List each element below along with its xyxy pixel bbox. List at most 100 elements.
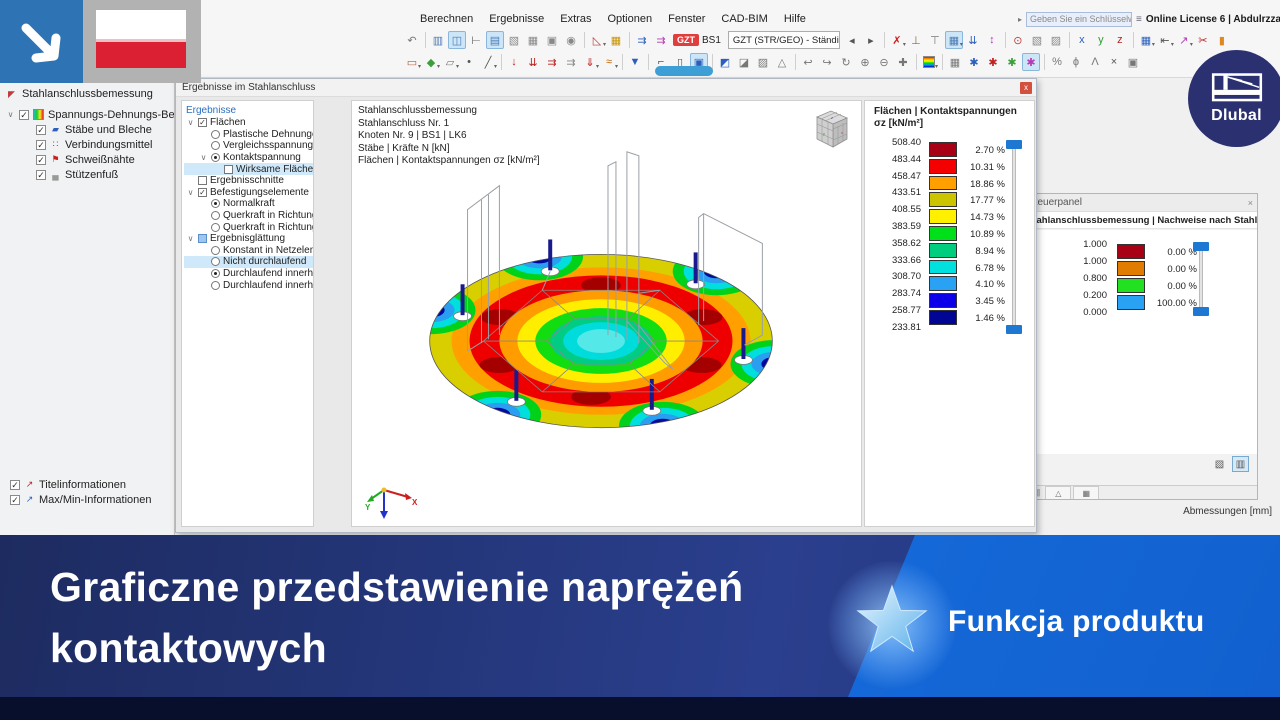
- graphics-view[interactable]: Stahlanschlussbemessung Stahlanschluss Nr…: [351, 100, 862, 527]
- radio-button[interactable]: [211, 257, 220, 267]
- radio-button[interactable]: [211, 211, 220, 221]
- member-tool-icon[interactable]: ╱: [479, 53, 497, 71]
- dim-x-icon[interactable]: x: [1073, 31, 1091, 49]
- undo-icon[interactable]: ↶: [403, 31, 421, 49]
- menu-hilfe[interactable]: Hilfe: [776, 13, 814, 28]
- results-option-querkraft-in-richtung-z[interactable]: Querkraft in Richtung z: [184, 221, 313, 233]
- pan-icon[interactable]: ✚: [894, 53, 912, 71]
- chevron-down-icon[interactable]: ∨: [186, 234, 195, 243]
- split-view-icon[interactable]: ◫: [448, 31, 466, 49]
- next-view-icon[interactable]: ↪: [818, 53, 836, 71]
- results-option-querkraft-in-richtung-y[interactable]: Querkraft in Richtung y: [184, 210, 313, 222]
- percent-icon[interactable]: %: [1048, 53, 1066, 71]
- navigator-item[interactable]: ∨ ✓ Spannungs-Dehnungs-Berechnung: [6, 107, 174, 122]
- menu-fenster[interactable]: Fenster: [660, 13, 713, 28]
- box-select-icon[interactable]: ▣: [1124, 53, 1142, 71]
- case-next-icon[interactable]: ▸: [862, 31, 880, 49]
- fe-mesh-icon[interactable]: ▦: [946, 53, 964, 71]
- panel-scale-button[interactable]: ▥: [1232, 456, 1249, 472]
- checkbox[interactable]: ✓: [10, 494, 20, 505]
- hinge-icon[interactable]: ⊤: [926, 31, 944, 49]
- panel-toggle-icon[interactable]: ▤: [486, 31, 504, 49]
- navigator-footer-item[interactable]: ✓ ↗ Titelinformationen: [10, 477, 152, 492]
- fe-nodes-icon[interactable]: ✱: [965, 53, 983, 71]
- radio-button[interactable]: [211, 222, 220, 232]
- menu-extras[interactable]: Extras: [552, 13, 599, 28]
- menu-cadbim[interactable]: CAD-BIM: [713, 13, 775, 28]
- solid-view-icon[interactable]: ▧: [1028, 31, 1046, 49]
- checkbox[interactable]: ✓: [10, 479, 20, 490]
- surface-tool-icon[interactable]: ◆: [422, 53, 440, 71]
- results-option-durchlaufend-innerhalb-von-fl-ch[interactable]: Durchlaufend innerhalb von Fläch...: [184, 268, 313, 280]
- navigator-item[interactable]: ✓ ▰ Stäbe und Bleche: [6, 122, 174, 137]
- results-option-plastische-dehnungen[interactable]: Plastische Dehnungen: [184, 129, 313, 141]
- radio-button[interactable]: [211, 269, 220, 279]
- table-window-icon[interactable]: ▥: [429, 31, 447, 49]
- radio-button[interactable]: [211, 199, 220, 209]
- navigator-footer-item[interactable]: ✓ ↗ Max/Min-Informationen: [10, 492, 152, 507]
- chevron-down-icon[interactable]: ∨: [186, 118, 195, 127]
- results-option-vergleichsspannung[interactable]: Vergleichsspannung: [184, 140, 313, 152]
- zoom-out-icon[interactable]: ⊖: [875, 53, 893, 71]
- keyword-list-icon[interactable]: ≡: [1136, 14, 1142, 25]
- checkbox[interactable]: [198, 176, 207, 186]
- result-diagram-icon[interactable]: ✱: [1003, 53, 1021, 71]
- legend-slider-handle-top[interactable]: [1006, 140, 1022, 149]
- navigator-item[interactable]: ✓ ∷ Verbindungsmittel: [6, 137, 174, 152]
- opening-tool-icon[interactable]: ▱: [441, 53, 459, 71]
- loadcase-dropdown[interactable]: GZT (STR/GEO) - Ständig u...∨: [727, 31, 840, 49]
- nodal-load-icon[interactable]: ↓: [505, 53, 523, 71]
- hsb-table-icon[interactable]: ▦: [524, 31, 542, 49]
- lambda-icon[interactable]: Λ: [1086, 53, 1104, 71]
- legend-slider-track[interactable]: [1012, 144, 1016, 330]
- result-iso-icon[interactable]: ✱: [1022, 53, 1040, 71]
- display-props-icon[interactable]: ▣: [543, 31, 561, 49]
- filter-icon[interactable]: ▼: [626, 53, 644, 71]
- table-gen-icon[interactable]: ▦: [607, 31, 625, 49]
- dimension-icon[interactable]: ⇤: [1156, 31, 1174, 49]
- checkbox[interactable]: [224, 164, 233, 174]
- navigator-item[interactable]: ✓ ⚑ Schweißnähte: [6, 152, 174, 167]
- area-select-icon[interactable]: ◺: [588, 31, 606, 49]
- delete-results-icon[interactable]: ✗: [888, 31, 906, 49]
- mesh-settings-icon[interactable]: ▦: [944, 31, 963, 49]
- line-load-icon[interactable]: ⇊: [524, 53, 542, 71]
- wall-tool-icon[interactable]: ▭: [403, 53, 421, 71]
- area-load-icon[interactable]: ⇉: [543, 53, 561, 71]
- view-yz-icon[interactable]: ▨: [754, 53, 772, 71]
- scroll-thumb[interactable]: [655, 66, 713, 76]
- results-option-konstant-in-netzelementen[interactable]: Konstant in Netzelementen: [184, 245, 313, 257]
- panel-settings-button[interactable]: ▧: [1211, 456, 1228, 472]
- navigation-cube-icon[interactable]: z y x: [807, 107, 853, 153]
- results-option-ergebnisschnitte[interactable]: Ergebnisschnitte: [184, 175, 313, 187]
- support-icon[interactable]: ⊥: [907, 31, 925, 49]
- isometric-icon[interactable]: △: [773, 53, 791, 71]
- phi-icon[interactable]: ϕ: [1067, 53, 1085, 71]
- snip-icon[interactable]: ✂: [1194, 31, 1212, 49]
- checkbox[interactable]: ✓: [36, 124, 46, 135]
- view-xy-icon[interactable]: ◩: [716, 53, 734, 71]
- panel-slider-handle-top[interactable]: [1193, 242, 1209, 251]
- navigator-item[interactable]: ✓ ▄ Stützenfuß: [6, 167, 174, 182]
- find-icon[interactable]: ⊙: [1009, 31, 1027, 49]
- result-scale-icon[interactable]: [920, 53, 938, 71]
- dialog-close-icon[interactable]: x: [1020, 81, 1032, 94]
- solid-edit-icon[interactable]: ▨: [1047, 31, 1065, 49]
- menu-berechnen[interactable]: Berechnen: [412, 13, 481, 28]
- radio-button[interactable]: [211, 141, 220, 151]
- result-values-icon[interactable]: ✱: [984, 53, 1002, 71]
- legend-slider-handle-bottom[interactable]: [1006, 325, 1022, 334]
- results-option-nicht-durchlaufend[interactable]: Nicht durchlaufend: [184, 256, 313, 268]
- checkbox[interactable]: ✓: [198, 118, 207, 128]
- combination-icon[interactable]: ↕: [983, 31, 1001, 49]
- results-option-befestigungselemente[interactable]: ∨ ✓ Befestigungselemente: [184, 187, 313, 199]
- dialog-titlebar[interactable]: Ergebnisse im Stahlanschluss x: [176, 79, 1036, 97]
- search-input[interactable]: Geben Sie ein Schlüsselwort ein (Alt...: [1026, 11, 1133, 27]
- results-option-durchlaufend-innerhalb-aller-fl-ch[interactable]: Durchlaufend innerhalb aller Fläch...: [184, 279, 313, 291]
- results-option-wirksame-fl-che[interactable]: Wirksame Fläche: [184, 163, 313, 175]
- vector-tool-icon[interactable]: ↗: [1175, 31, 1193, 49]
- checkbox[interactable]: ✓: [198, 187, 207, 197]
- menu-optionen[interactable]: Optionen: [599, 13, 660, 28]
- results-option-fl-chen[interactable]: ∨ ✓ Flächen: [184, 117, 313, 129]
- dim-z-icon[interactable]: z: [1111, 31, 1129, 49]
